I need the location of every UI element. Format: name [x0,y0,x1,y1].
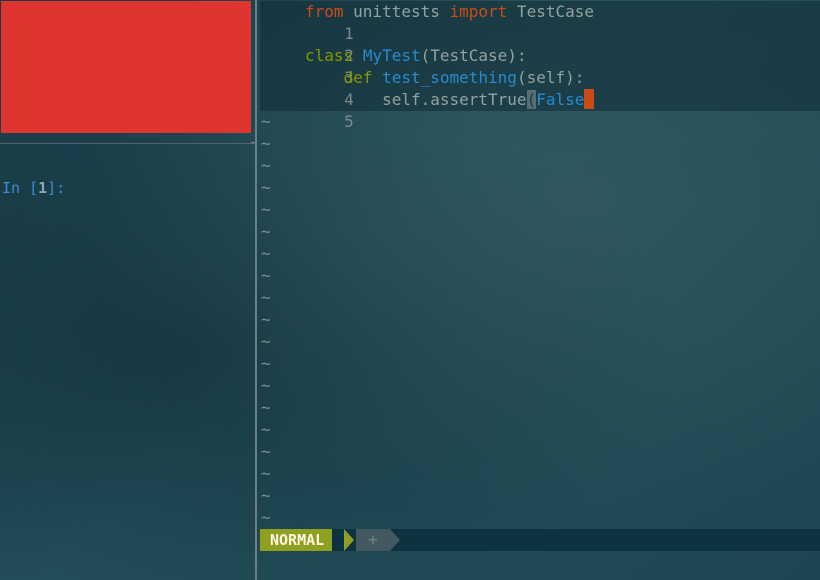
tilde-marker: ~ [261,398,271,417]
prompt-suffix: ]: [47,179,66,197]
code-line-5[interactable]: 5 self.assertTrue(False [260,89,595,131]
tilde-marker: ~ [261,376,271,395]
mode-separator-arrow [344,529,354,551]
segment-separator-arrow [390,529,400,551]
prompt-prefix: In [ [2,179,39,197]
mode-indicator: NORMAL [260,529,333,551]
tilde-marker: ~ [261,266,271,285]
text-cursor [584,89,595,109]
tilde-marker: ~ [261,354,271,373]
prompt-number: 1 [38,179,48,197]
output-divider [0,143,255,144]
tilde-marker: ~ [261,134,271,153]
function-name: test_something [382,68,517,87]
code-line-3[interactable]: 3 class MyTest(TestCase): [260,45,527,87]
tilde-marker: ~ [261,486,271,505]
keyword-class: class [305,46,354,65]
keyword-def: def [343,68,373,87]
tilde-marker: ~ [261,200,271,219]
class-name: MyTest [362,46,421,65]
function-params: (self): [516,68,585,87]
class-bases: (TestCase): [420,46,527,65]
tilde-marker: ~ [261,112,271,131]
import-name: TestCase [507,2,594,21]
code-line-4[interactable]: 4 def test_something(self): [260,67,585,109]
left-pane: - In [1]: [0,0,257,580]
tilde-marker: ~ [261,420,271,439]
code-area[interactable]: 1 from unittests import TestCase 2 3 cla… [260,1,820,131]
ipython-input-prompt[interactable]: In [1]: [2,178,65,198]
vim-editor[interactable]: 1 from unittests import TestCase 2 3 cla… [257,0,820,580]
tilde-marker: ~ [261,222,271,241]
vim-statusline: NORMAL + [260,529,820,551]
tilde-marker: ~ [261,508,271,527]
keyword-import: import [449,2,508,21]
tilde-marker: ~ [261,156,271,175]
tilde-marker: ~ [261,244,271,263]
code-line-1[interactable]: 1 from unittests import TestCase [260,1,594,43]
line-number: 5 [344,112,354,131]
bool-literal: False [536,90,585,109]
status-segment-2: + [356,529,390,551]
tilde-marker: ~ [261,178,271,197]
tilde-marker: ~ [261,332,271,351]
red-figure-output [1,1,251,133]
matching-paren: ( [526,90,537,109]
tilde-marker: ~ [261,288,271,307]
code-line-2[interactable]: 2 [260,23,354,65]
keyword-from: from [305,2,344,21]
tilde-marker: ~ [261,442,271,461]
tilde-marker: ~ [261,464,271,483]
assert-call: self.assertTrue [305,90,527,109]
tilde-marker: ~ [261,310,271,329]
empty-line-markers: ~ ~ ~ ~ ~ ~ ~ ~ ~ ~ ~ ~ ~ ~ ~ ~ ~ ~ ~ [261,111,271,529]
module-name: unittests [343,2,450,21]
